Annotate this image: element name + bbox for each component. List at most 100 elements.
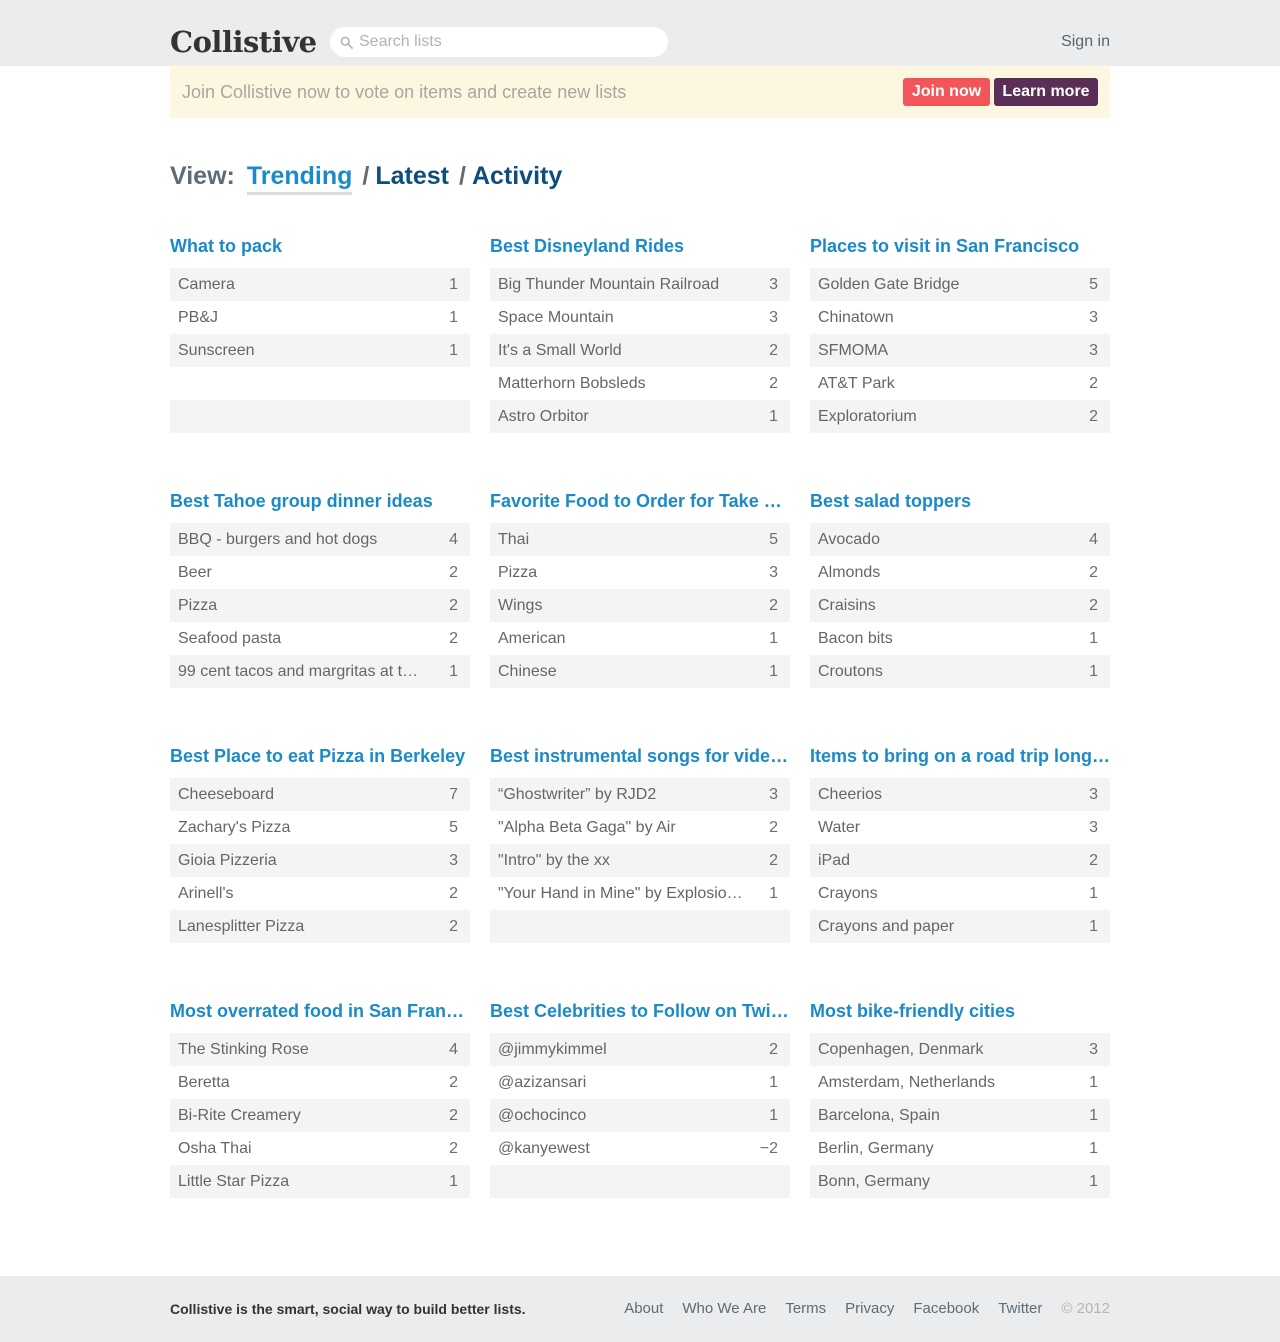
list-title[interactable]: Most overrated food in San Francisco bbox=[170, 999, 470, 1023]
tab-trending[interactable]: Trending bbox=[246, 162, 353, 195]
search-box[interactable] bbox=[330, 27, 668, 57]
list-title[interactable]: Best Disneyland Rides bbox=[490, 234, 790, 258]
list-item[interactable]: Camera 1 bbox=[170, 268, 470, 301]
list-title[interactable]: Places to visit in San Francisco bbox=[810, 234, 1110, 258]
list-item[interactable]: Thai 5 bbox=[490, 523, 790, 556]
item-name: Wings bbox=[498, 596, 543, 614]
list-item[interactable]: @jimmykimmel 2 bbox=[490, 1033, 790, 1066]
item-name: Bonn, Germany bbox=[818, 1172, 931, 1190]
list-item[interactable]: Arinell's 2 bbox=[170, 877, 470, 910]
list-item[interactable]: Lanesplitter Pizza 2 bbox=[170, 910, 470, 943]
list-item[interactable]: The Stinking Rose 4 bbox=[170, 1033, 470, 1066]
list-item[interactable]: Golden Gate Bridge 5 bbox=[810, 268, 1110, 301]
list-title[interactable]: Best salad toppers bbox=[810, 489, 1110, 513]
footer-link-terms[interactable]: Terms bbox=[785, 1300, 826, 1317]
list-item[interactable]: Astro Orbitor 1 bbox=[490, 400, 790, 433]
join-banner: Join Collistive now to vote on items and… bbox=[170, 66, 1110, 118]
sign-in-link[interactable]: Sign in bbox=[1061, 33, 1110, 51]
list-item[interactable]: Pizza 2 bbox=[170, 589, 470, 622]
list-item[interactable]: Craisins 2 bbox=[810, 589, 1110, 622]
tab-latest[interactable]: Latest bbox=[375, 162, 449, 191]
list-item[interactable]: iPad 2 bbox=[810, 844, 1110, 877]
list-item[interactable]: Osha Thai 2 bbox=[170, 1132, 470, 1165]
join-now-button[interactable]: Join now bbox=[903, 78, 990, 106]
vote-count: 2 bbox=[449, 1139, 458, 1157]
list-title[interactable]: Best Celebrities to Follow on Twitter bbox=[490, 999, 790, 1023]
vote-count: 2 bbox=[769, 1040, 778, 1058]
list-item[interactable]: Berlin, Germany 1 bbox=[810, 1132, 1110, 1165]
vote-count: 3 bbox=[449, 851, 458, 869]
list-item[interactable]: Gioia Pizzeria 3 bbox=[170, 844, 470, 877]
vote-count: 3 bbox=[769, 275, 778, 293]
vote-count: 2 bbox=[449, 1106, 458, 1124]
vote-count: 2 bbox=[449, 884, 458, 902]
list-item[interactable]: "Intro" by the xx 2 bbox=[490, 844, 790, 877]
banner-message: Join Collistive now to vote on items and… bbox=[182, 82, 627, 102]
list-title[interactable]: Most bike-friendly cities bbox=[810, 999, 1110, 1023]
list-item[interactable]: PB&J 1 bbox=[170, 301, 470, 334]
vote-count: 7 bbox=[449, 785, 458, 803]
list-item[interactable]: 99 cent tacos and margritas at the bar 1 bbox=[170, 655, 470, 688]
list-item[interactable]: Exploratorium 2 bbox=[810, 400, 1110, 433]
list-title[interactable]: What to pack bbox=[170, 234, 470, 258]
logo[interactable]: Collistive bbox=[170, 22, 317, 62]
search-input[interactable] bbox=[359, 33, 649, 51]
list-item[interactable]: Bacon bits 1 bbox=[810, 622, 1110, 655]
list-item[interactable]: Wings 2 bbox=[490, 589, 790, 622]
list-item[interactable]: @azizansari 1 bbox=[490, 1066, 790, 1099]
list-item[interactable]: Copenhagen, Denmark 3 bbox=[810, 1033, 1110, 1066]
list-item[interactable]: "Your Hand in Mine" by Explosions in the… bbox=[490, 877, 790, 910]
list-item[interactable]: Crayons and paper 1 bbox=[810, 910, 1110, 943]
footer-link-who-we-are[interactable]: Who We Are bbox=[682, 1300, 766, 1317]
list-item[interactable]: Beretta 2 bbox=[170, 1066, 470, 1099]
list-title[interactable]: Favorite Food to Order for Take Out bbox=[490, 489, 790, 513]
list-item[interactable]: Chinese 1 bbox=[490, 655, 790, 688]
list-item[interactable]: Chinatown 3 bbox=[810, 301, 1110, 334]
list-item[interactable]: Sunscreen 1 bbox=[170, 334, 470, 367]
list-item[interactable]: Beer 2 bbox=[170, 556, 470, 589]
list-item[interactable]: BBQ - burgers and hot dogs 4 bbox=[170, 523, 470, 556]
item-name: AT&T Park bbox=[818, 374, 895, 392]
vote-count: 5 bbox=[769, 530, 778, 548]
footer-link-facebook[interactable]: Facebook bbox=[913, 1300, 979, 1317]
lists-grid: What to pack Camera 1 PB&J 1 Sunscreen 1 Best D… bbox=[170, 234, 1110, 1198]
list-title[interactable]: Best instrumental songs for videos bbox=[490, 744, 790, 768]
list-items: Cheerios 3 Water 3 iPad 2 Crayons 1 Crayons and … bbox=[810, 778, 1110, 943]
list-item[interactable]: @kanyewest −2 bbox=[490, 1132, 790, 1165]
list-item[interactable]: Amsterdam, Netherlands 1 bbox=[810, 1066, 1110, 1099]
list-item[interactable]: Croutons 1 bbox=[810, 655, 1110, 688]
list-item[interactable]: Bi-Rite Creamery 2 bbox=[170, 1099, 470, 1132]
list-title[interactable]: Items to bring on a road trip longer tha… bbox=[810, 744, 1110, 768]
list-item[interactable]: Space Mountain 3 bbox=[490, 301, 790, 334]
list-item[interactable]: Seafood pasta 2 bbox=[170, 622, 470, 655]
tab-activity[interactable]: Activity bbox=[472, 162, 562, 191]
list-item[interactable]: Matterhorn Bobsleds 2 bbox=[490, 367, 790, 400]
list-item[interactable]: Little Star Pizza 1 bbox=[170, 1165, 470, 1198]
vote-count: 1 bbox=[769, 629, 778, 647]
list-item[interactable]: Water 3 bbox=[810, 811, 1110, 844]
list-item[interactable]: Zachary's Pizza 5 bbox=[170, 811, 470, 844]
list-item[interactable]: Cheeseboard 7 bbox=[170, 778, 470, 811]
list-item[interactable]: Pizza 3 bbox=[490, 556, 790, 589]
list-item[interactable]: Bonn, Germany 1 bbox=[810, 1165, 1110, 1198]
list-item[interactable]: Crayons 1 bbox=[810, 877, 1110, 910]
list-item[interactable]: AT&T Park 2 bbox=[810, 367, 1110, 400]
learn-more-button[interactable]: Learn more bbox=[994, 78, 1098, 106]
list-item[interactable]: Big Thunder Mountain Railroad 3 bbox=[490, 268, 790, 301]
list-title[interactable]: Best Tahoe group dinner ideas bbox=[170, 489, 470, 513]
footer-link-privacy[interactable]: Privacy bbox=[845, 1300, 894, 1317]
list-item[interactable]: SFMOMA 3 bbox=[810, 334, 1110, 367]
footer-link-about[interactable]: About bbox=[624, 1300, 663, 1317]
list-title[interactable]: Best Place to eat Pizza in Berkeley bbox=[170, 744, 470, 768]
list-item[interactable]: "Alpha Beta Gaga" by Air 2 bbox=[490, 811, 790, 844]
list-item[interactable]: @ochocinco 1 bbox=[490, 1099, 790, 1132]
list-item[interactable]: It's a Small World 2 bbox=[490, 334, 790, 367]
list-item[interactable]: American 1 bbox=[490, 622, 790, 655]
list-item[interactable]: Almonds 2 bbox=[810, 556, 1110, 589]
list-item[interactable]: Cheerios 3 bbox=[810, 778, 1110, 811]
list-item[interactable]: “Ghostwriter” by RJD2 3 bbox=[490, 778, 790, 811]
list-item[interactable]: Barcelona, Spain 1 bbox=[810, 1099, 1110, 1132]
footer-link-twitter[interactable]: Twitter bbox=[998, 1300, 1042, 1317]
list-item[interactable]: Avocado 4 bbox=[810, 523, 1110, 556]
list-card: Items to bring on a road trip longer tha… bbox=[810, 744, 1110, 943]
